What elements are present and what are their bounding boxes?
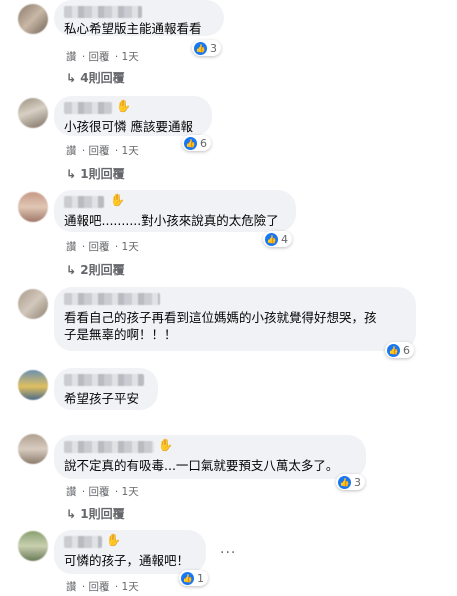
wave-icon: ✋ (116, 99, 131, 113)
comment-text: 看看自己的孩子再看到這位媽媽的小孩就覺得好想哭，孩 (64, 310, 377, 325)
view-replies-link[interactable]: ↳ 1則回覆 (66, 165, 125, 182)
comment-bubble: ✋ 小孩很可憐 應該要通報 (54, 96, 212, 136)
comment-bubble: ✋ 說不定真的有吸毒...一口氣就要預支八萬太多了。 (54, 435, 366, 479)
view-replies-link[interactable]: ↳ 2則回覆 (66, 261, 125, 278)
like-icon: 👍 (194, 41, 207, 55)
avatar[interactable] (18, 531, 48, 561)
avatar[interactable] (18, 289, 48, 319)
view-replies-link[interactable]: ↳ 1則回覆 (66, 505, 125, 522)
like-icon: 👍 (338, 475, 351, 489)
author-name-redacted[interactable] (64, 102, 112, 114)
comment-bubble: ✋ 通報吧..........對小孩來說真的太危險了 (54, 190, 296, 232)
reply-arrow-icon: ↳ (66, 507, 77, 521)
like-link[interactable]: 讚 (66, 486, 77, 498)
reply-arrow-icon: ↳ (66, 71, 77, 85)
like-icon: 👍 (265, 232, 278, 246)
reply-link[interactable]: 回覆 (89, 486, 110, 498)
comment-text: 說不定真的有吸毒...一口氣就要預支八萬太多了。 (64, 458, 339, 473)
reply-link[interactable]: 回覆 (89, 241, 110, 253)
reply-link[interactable]: 回覆 (89, 145, 110, 157)
wave-icon: ✋ (158, 438, 173, 452)
comment-actions: 讚 · 回覆 · 1天 (66, 486, 139, 498)
comment-text: 子是無辜的啊！！！ (64, 327, 177, 342)
reply-arrow-icon: ↳ (66, 167, 77, 181)
comment-actions: 讚 · 回覆 · 1天 (66, 145, 139, 157)
avatar[interactable] (18, 434, 48, 464)
like-icon: 👍 (184, 136, 197, 150)
like-link[interactable]: 讚 (66, 145, 77, 157)
comment-actions: 讚 · 回覆 · 1天 (66, 581, 139, 593)
wave-icon: ✋ (106, 533, 121, 547)
comment-text: 通報吧..........對小孩來說真的太危險了 (64, 213, 279, 228)
comment-text: 希望孩子平安 (64, 391, 140, 406)
reaction-count[interactable]: 👍 3 (336, 474, 365, 490)
like-icon: 👍 (181, 571, 194, 585)
reaction-count[interactable]: 👍 6 (385, 342, 414, 358)
avatar[interactable] (18, 192, 48, 222)
comment-bubble: 希望孩子平安 (54, 368, 158, 410)
view-replies-link[interactable]: ↳ 4則回覆 (66, 69, 125, 86)
comment-bubble: 私心希望版主能通報看看 (54, 0, 224, 36)
avatar[interactable] (18, 370, 48, 400)
author-name-redacted[interactable] (64, 374, 144, 386)
comment-actions: 讚 · 回覆 · 1天 (66, 241, 139, 253)
comment-text: 小孩很可憐 應該要通報 (64, 119, 193, 134)
avatar[interactable] (18, 98, 48, 128)
comment-text: 私心希望版主能通報看看 (64, 21, 202, 36)
more-options-icon[interactable]: ... (220, 541, 236, 557)
like-link[interactable]: 讚 (66, 581, 77, 593)
comment-text: 可憐的孩子，通報吧！ (64, 553, 190, 568)
timestamp[interactable]: 1天 (122, 486, 139, 498)
author-name-redacted[interactable] (64, 293, 160, 305)
reaction-count[interactable]: 👍 6 (182, 135, 211, 151)
reply-arrow-icon: ↳ (66, 263, 77, 277)
reply-link[interactable]: 回覆 (89, 581, 110, 593)
comment-bubble: 看看自己的孩子再看到這位媽媽的小孩就覺得好想哭，孩 子是無辜的啊！！！ (54, 287, 416, 351)
reaction-count[interactable]: 👍 1 (179, 570, 208, 586)
timestamp[interactable]: 1天 (122, 241, 139, 253)
comment-bubble: ✋ 可憐的孩子，通報吧！ (54, 530, 206, 574)
author-name-redacted[interactable] (64, 536, 102, 548)
like-icon: 👍 (387, 343, 400, 357)
timestamp[interactable]: 1天 (122, 145, 139, 157)
timestamp[interactable]: 1天 (122, 581, 139, 593)
timestamp[interactable]: 1天 (122, 51, 139, 63)
reply-link[interactable]: 回覆 (89, 51, 110, 63)
avatar[interactable] (18, 4, 48, 34)
reaction-count[interactable]: 👍 4 (263, 231, 292, 247)
like-link[interactable]: 讚 (66, 241, 77, 253)
comment-actions: 讚 · 回覆 · 1天 (66, 51, 139, 63)
reaction-count[interactable]: 👍 3 (192, 40, 221, 56)
like-link[interactable]: 讚 (66, 51, 77, 63)
author-name-redacted[interactable] (64, 441, 154, 453)
wave-icon: ✋ (110, 193, 125, 207)
author-name-redacted[interactable] (64, 6, 142, 18)
author-name-redacted[interactable] (64, 196, 104, 208)
